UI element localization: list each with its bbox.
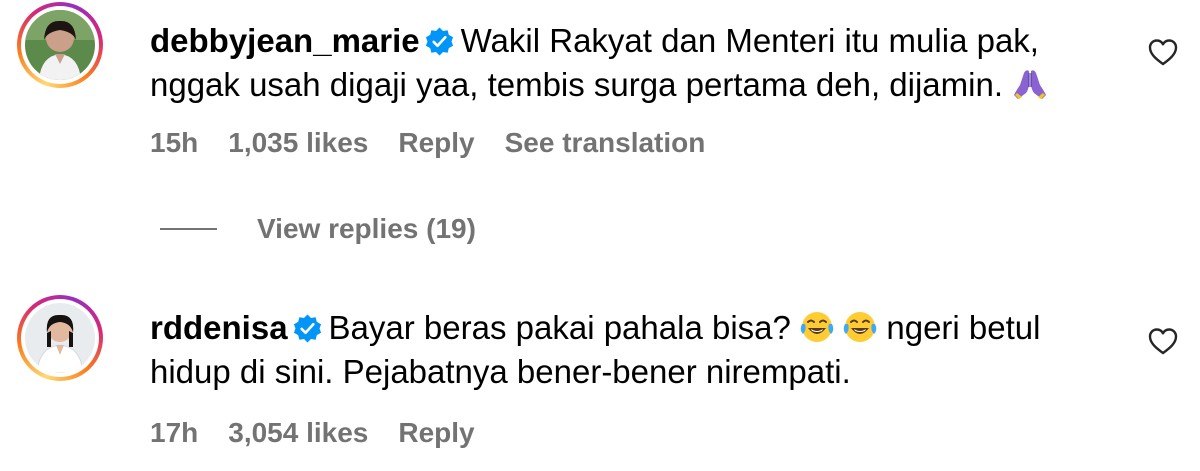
heart-outline-icon[interactable]: [1148, 38, 1178, 66]
reply-button[interactable]: Reply: [398, 417, 474, 449]
avatar-photo-image: [25, 303, 95, 373]
avatar: [25, 303, 95, 373]
avatar-photo-image: [25, 10, 95, 80]
verified-badge-icon: [425, 27, 453, 56]
comment-text-line2: hidup di sini. Pejabatnya bener-bener ni…: [150, 353, 851, 390]
comment-rddenisa: rddenisa Bayar beras pakai pahala bisa? n…: [0, 285, 1200, 471]
face-with-tears-of-joy-emoji-icon: [843, 312, 877, 342]
view-replies-label[interactable]: View replies (19): [257, 213, 476, 245]
comment-body: rddenisa Bayar beras pakai pahala bisa? n…: [150, 306, 1090, 394]
face-with-tears-of-joy-emoji-icon: [800, 312, 834, 342]
comment-text-part1: Bayar beras pakai pahala bisa?: [328, 309, 791, 346]
comment-timestamp[interactable]: 17h: [150, 417, 198, 449]
comment-timestamp[interactable]: 15h: [150, 127, 198, 159]
folded-hands-emoji-icon: [1014, 70, 1047, 99]
comment-text-line1: Wakil Rakyat dan Menteri itu mulia pak,: [460, 22, 1039, 59]
see-translation-button[interactable]: See translation: [505, 127, 706, 159]
reply-button[interactable]: Reply: [398, 127, 474, 159]
avatar: [25, 10, 95, 80]
comment-text-part2: ngeri betul: [886, 309, 1041, 346]
comment-text-line2: nggak usah digaji yaa, tembis surga pert…: [150, 66, 1003, 103]
comment-meta: 15h 1,035 likes Reply See translation: [150, 127, 705, 159]
comment-meta: 17h 3,054 likes Reply: [150, 417, 475, 449]
comment-likes-count[interactable]: 1,035 likes: [228, 127, 368, 159]
verified-badge-icon: [293, 314, 321, 343]
comment-username[interactable]: debbyjean_marie: [150, 22, 420, 59]
view-replies-divider: [160, 228, 217, 230]
heart-outline-icon[interactable]: [1148, 327, 1178, 355]
comment-debbyjean-marie: debbyjean_marie Wakil Rakyat dan Menteri …: [0, 0, 1200, 244]
avatar-story-ring[interactable]: [17, 295, 103, 381]
comment-likes-count[interactable]: 3,054 likes: [228, 417, 368, 449]
avatar-story-ring[interactable]: [17, 2, 103, 88]
comment-username[interactable]: rddenisa: [150, 309, 288, 346]
comment-body: debbyjean_marie Wakil Rakyat dan Menteri …: [150, 19, 1090, 107]
view-replies-button[interactable]: View replies (19): [160, 213, 476, 245]
